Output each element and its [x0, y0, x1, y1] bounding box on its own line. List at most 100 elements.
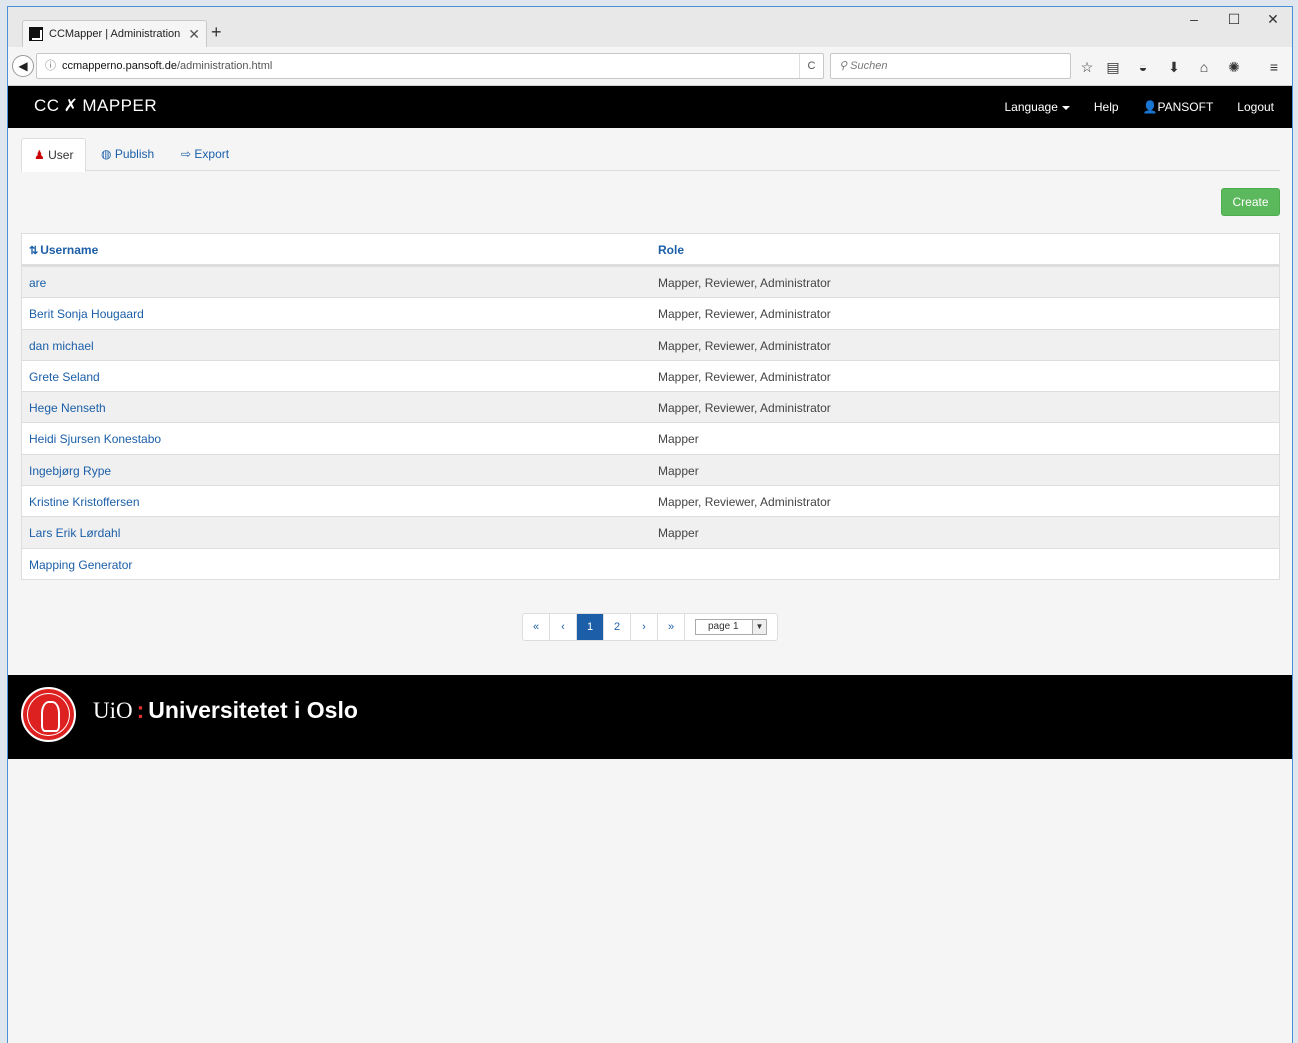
brand-logo[interactable]: CC ✗ MAPPER: [34, 96, 157, 116]
extension-icon[interactable]: ✺: [1225, 60, 1243, 74]
brand-left: CC: [34, 96, 60, 115]
page-select-value: page 1: [708, 621, 739, 632]
footer: UiO: Universitetet i Oslo: [8, 675, 1292, 759]
reader-icon[interactable]: ▤: [1104, 60, 1122, 74]
university-seal-icon: [21, 687, 76, 742]
prev-page-button[interactable]: ‹: [550, 614, 577, 640]
role-cell: Mapper, Reviewer, Administrator: [658, 338, 831, 353]
new-tab-button[interactable]: +: [211, 22, 222, 43]
reload-icon[interactable]: C: [799, 54, 823, 78]
page-select[interactable]: page 1 ▼: [685, 614, 777, 640]
username-link[interactable]: Mapping Generator: [29, 558, 132, 572]
star-icon[interactable]: ☆: [1078, 60, 1096, 74]
admin-tabs: ♟ User ◍ Publish ⇨ Export: [21, 138, 1280, 172]
search-placeholder: Suchen: [850, 60, 888, 72]
browser-navbar: ◀ ⓘ ccmapperno.pansoft.de/administration.…: [8, 47, 1292, 86]
pagination: « ‹ 1 2 › » page 1 ▼: [522, 613, 778, 641]
footer-uio: UiO: [93, 698, 133, 723]
username-link[interactable]: dan michael: [29, 339, 94, 353]
user-label: PANSOFT: [1157, 100, 1214, 114]
role-cell: Mapper, Reviewer, Administrator: [658, 276, 831, 290]
user-menu[interactable]: 👤PANSOFT: [1143, 100, 1214, 114]
sort-icon: ⇅: [29, 245, 39, 257]
site-info-icon[interactable]: ⓘ: [45, 60, 56, 72]
username-link[interactable]: Grete Seland: [29, 370, 100, 384]
globe-icon: ◍: [101, 147, 112, 161]
download-icon[interactable]: ⬇: [1165, 60, 1183, 74]
tab-publish[interactable]: ◍ Publish: [89, 138, 166, 171]
role-cell: Mapper, Reviewer, Administrator: [658, 307, 831, 322]
create-button[interactable]: Create: [1221, 188, 1280, 216]
export-icon: ⇨: [181, 147, 192, 161]
tab-close-icon[interactable]: ✕: [188, 26, 200, 43]
close-window-button[interactable]: ✕: [1263, 11, 1283, 28]
last-page-button[interactable]: »: [658, 614, 685, 640]
table-row: Berit Sonja Hougaard Mapper, Reviewer, Ad…: [22, 297, 1279, 328]
tab-export[interactable]: ⇨ Export: [169, 138, 241, 171]
table-row: are Mapper, Reviewer, Administrator: [22, 266, 1279, 298]
next-page-button[interactable]: ›: [631, 614, 658, 640]
maximize-button[interactable]: ☐: [1224, 11, 1244, 28]
users-table: ⇅ Username Role are Mapper, Reviewer, Admi…: [21, 233, 1280, 580]
footer-university-name: Universitetet i Oslo: [148, 697, 358, 723]
help-link[interactable]: Help: [1094, 100, 1119, 114]
arrow-left-icon: ◀: [18, 59, 28, 73]
url-bar[interactable]: ⓘ ccmapperno.pansoft.de/administration.ht…: [36, 53, 824, 79]
role-cell: Mapper, Reviewer, Administrator: [658, 401, 831, 416]
table-row: Hege Nenseth Mapper, Reviewer, Administra…: [22, 391, 1279, 423]
brand-mark-icon: ✗: [63, 96, 79, 115]
table-row: Kristine Kristoffersen Mapper, Reviewer, …: [22, 485, 1279, 516]
tab-title: CCMapper | Administration: [49, 28, 181, 40]
username-link[interactable]: are: [29, 276, 46, 290]
tab-publish-label: Publish: [114, 147, 155, 161]
table-row: Ingebjørg Rype Mapper: [22, 453, 1279, 486]
tab-user[interactable]: ♟ User: [21, 138, 87, 172]
first-page-button[interactable]: «: [523, 614, 550, 640]
role-cell: Mapper: [658, 463, 699, 478]
search-icon: ⚲: [839, 60, 851, 72]
role-cell: Mapper: [658, 432, 699, 447]
url-host: ccmapperno.pansoft.de: [62, 60, 177, 72]
minimize-button[interactable]: –: [1184, 11, 1204, 27]
footer-title: UiO: Universitetet i Oslo: [93, 697, 358, 724]
table-body: are Mapper, Reviewer, Administrator Berit…: [22, 266, 1279, 579]
username-link[interactable]: Berit Sonja Hougaard: [29, 307, 144, 321]
table-row: Heidi Sjursen Konestabo Mapper: [22, 422, 1279, 453]
page-1-button[interactable]: 1: [577, 614, 604, 640]
table-row: dan michael Mapper, Reviewer, Administrat…: [22, 328, 1279, 360]
role-cell: Mapper, Reviewer, Administrator: [658, 495, 831, 510]
header-username[interactable]: ⇅ Username: [29, 243, 98, 257]
app-favicon-icon: [29, 27, 43, 41]
username-link[interactable]: Kristine Kristoffersen: [29, 495, 140, 509]
app-nav: Language Help 👤PANSOFT Logout: [980, 86, 1274, 128]
table-header: ⇅ Username Role: [22, 234, 1279, 266]
brand-right: MAPPER: [82, 96, 158, 115]
logout-link[interactable]: Logout: [1237, 100, 1274, 114]
username-link[interactable]: Lars Erik Lørdahl: [29, 526, 120, 540]
header-role[interactable]: Role: [658, 243, 684, 257]
browser-tab[interactable]: CCMapper | Administration ✕: [22, 20, 207, 47]
page-select-box[interactable]: page 1 ▼: [695, 619, 767, 635]
page-2-button[interactable]: 2: [604, 614, 631, 640]
back-button[interactable]: ◀: [12, 55, 34, 77]
url-path: /administration.html: [176, 60, 273, 72]
pocket-icon[interactable]: ◒: [1134, 60, 1152, 74]
menu-icon[interactable]: ≡: [1265, 60, 1283, 74]
tab-user-label: User: [48, 148, 74, 162]
app-header: CC ✗ MAPPER Language Help 👤PANSOFT Logout: [8, 86, 1292, 128]
username-link[interactable]: Hege Nenseth: [29, 401, 106, 415]
caret-down-icon: [1061, 105, 1070, 110]
tab-export-label: Export: [194, 147, 230, 161]
language-label: Language: [1004, 100, 1058, 114]
chevron-down-icon[interactable]: ▼: [752, 620, 766, 634]
language-menu[interactable]: Language: [1004, 100, 1070, 114]
home-icon[interactable]: ⌂: [1195, 60, 1213, 74]
search-input[interactable]: ⚲ Suchen: [830, 53, 1071, 79]
table-row: Lars Erik Lørdahl Mapper: [22, 516, 1279, 548]
title-bar: CCMapper | Administration ✕ + – ☐ ✕: [8, 7, 1292, 47]
user-icon: ♟: [34, 148, 45, 162]
username-link[interactable]: Ingebjørg Rype: [29, 464, 111, 478]
username-link[interactable]: Heidi Sjursen Konestabo: [29, 432, 161, 446]
table-row: Grete Seland Mapper, Reviewer, Administra…: [22, 359, 1279, 391]
role-cell: Mapper, Reviewer, Administrator: [658, 369, 831, 384]
